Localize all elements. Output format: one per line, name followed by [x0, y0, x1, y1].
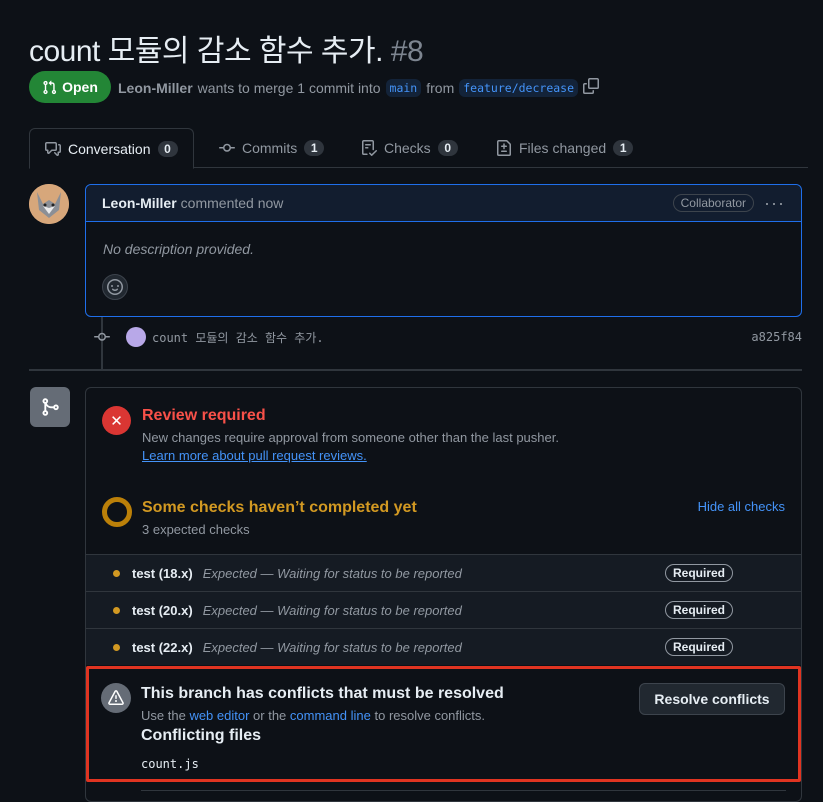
pr-number: #8 [390, 35, 424, 68]
check-row[interactable]: test (18.x) Expected — Waiting for statu… [86, 554, 801, 591]
git-commit-icon [94, 329, 110, 345]
copy-icon[interactable] [583, 78, 600, 97]
tab-conversation[interactable]: Conversation 0 [29, 128, 194, 169]
file-diff-icon [497, 140, 511, 156]
conflicting-files-heading: Conflicting files [141, 727, 261, 744]
review-title: Review required [142, 407, 266, 424]
pr-meta-text: wants to merge 1 commit into [197, 79, 381, 96]
web-editor-link[interactable]: web editor [189, 708, 249, 723]
tab-label: Checks [384, 140, 431, 156]
tab-commits[interactable]: Commits 1 [219, 128, 325, 168]
command-line-link[interactable]: command line [290, 708, 371, 723]
head-branch[interactable]: feature/decrease [459, 78, 579, 97]
pending-checks-icon [102, 497, 132, 527]
check-name: test (22.x) [132, 639, 193, 655]
git-merge-icon [30, 387, 70, 427]
check-name: test (18.x) [132, 565, 193, 581]
review-subtitle: New changes require approval from someon… [142, 430, 559, 445]
pr-meta: Leon-Miller wants to merge 1 commit into… [118, 78, 600, 97]
pr-title-text: count 모듈의 감소 함수 추가. [29, 35, 383, 68]
check-row[interactable]: test (22.x) Expected — Waiting for statu… [86, 628, 801, 665]
commit-avatar[interactable] [126, 327, 146, 347]
conflict-sub-text: or the [253, 708, 287, 723]
pr-meta-from: from [426, 79, 455, 96]
tab-label: Conversation [68, 140, 151, 157]
tab-label: Commits [242, 140, 298, 156]
check-status: Expected — Waiting for status to be repo… [202, 602, 462, 618]
pr-tabs: Conversation 0 Commits 1 Checks 0 Files … [29, 128, 808, 169]
pr-state-label: Open [62, 79, 98, 95]
comment-author[interactable]: Leon-Miller [102, 195, 177, 211]
alert-icon [101, 683, 131, 713]
comment-time[interactable]: commented now [181, 195, 284, 211]
checks-list: test (18.x) Expected — Waiting for statu… [86, 554, 801, 665]
tab-counter: 0 [157, 140, 178, 157]
comment-header: Leon-Miller commented now Collaborator ·… [86, 185, 801, 222]
tab-checks[interactable]: Checks 0 [361, 128, 458, 168]
comment-box: Leon-Miller commented now Collaborator ·… [85, 184, 802, 317]
collaborator-badge: Collaborator [672, 194, 755, 212]
check-status: Expected — Waiting for status to be repo… [202, 565, 462, 581]
pending-dot-icon [113, 606, 120, 614]
conflict-section: This branch has conflicts that must be r… [86, 666, 801, 782]
pending-dot-icon [113, 569, 120, 577]
kebab-menu-icon[interactable]: ··· [764, 193, 785, 214]
tab-label: Files changed [519, 140, 607, 156]
conflict-sub-text: to resolve conflicts. [374, 708, 486, 723]
resolve-conflicts-button[interactable]: Resolve conflicts [639, 683, 785, 715]
required-badge: Required [664, 601, 733, 619]
pr-author-link[interactable]: Leon-Miller [118, 80, 193, 96]
comment-discussion-icon [45, 141, 61, 156]
conflict-sub-text: Use the [141, 708, 186, 723]
tab-counter: 1 [613, 140, 634, 156]
commit-message[interactable]: count 모듈의 감소 함수 추가. [152, 329, 324, 346]
conflict-subtitle: Use the web editor or the command line t… [141, 708, 485, 723]
pr-title: count 모듈의 감소 함수 추가. #8 [29, 26, 424, 70]
comment-body: No description provided. [103, 241, 254, 257]
timeline-commit: count 모듈의 감소 함수 추가. a825f84 [94, 327, 802, 347]
git-commit-icon [219, 143, 235, 152]
conflict-title: This branch has conflicts that must be r… [141, 685, 504, 702]
checks-title: Some checks haven’t completed yet [142, 499, 417, 516]
pending-dot-icon [113, 643, 120, 651]
hide-checks-button[interactable]: Hide all checks [698, 499, 785, 514]
avatar[interactable] [29, 184, 69, 224]
tab-counter: 1 [304, 140, 325, 156]
checks-subtitle: 3 expected checks [142, 522, 250, 537]
required-badge: Required [664, 564, 733, 582]
check-row[interactable]: test (20.x) Expected — Waiting for statu… [86, 591, 801, 628]
check-status: Expected — Waiting for status to be repo… [202, 639, 462, 655]
commit-sha[interactable]: a825f84 [751, 330, 802, 344]
conflicting-file: count.js [141, 757, 199, 771]
divider [141, 790, 786, 791]
timeline-divider [29, 369, 802, 371]
tab-files-changed[interactable]: Files changed 1 [496, 128, 634, 168]
review-learn-more-link[interactable]: Learn more about pull request reviews. [142, 448, 367, 463]
tab-counter: 0 [437, 140, 458, 156]
check-name: test (20.x) [132, 602, 193, 618]
required-badge: Required [664, 638, 733, 656]
checklist-icon [362, 140, 377, 156]
pr-state-badge: Open [29, 71, 111, 103]
pull-request-icon [43, 80, 57, 94]
x-circle-icon: ✕ [102, 406, 131, 435]
base-branch[interactable]: main [385, 78, 422, 97]
smiley-icon[interactable] [102, 274, 128, 300]
